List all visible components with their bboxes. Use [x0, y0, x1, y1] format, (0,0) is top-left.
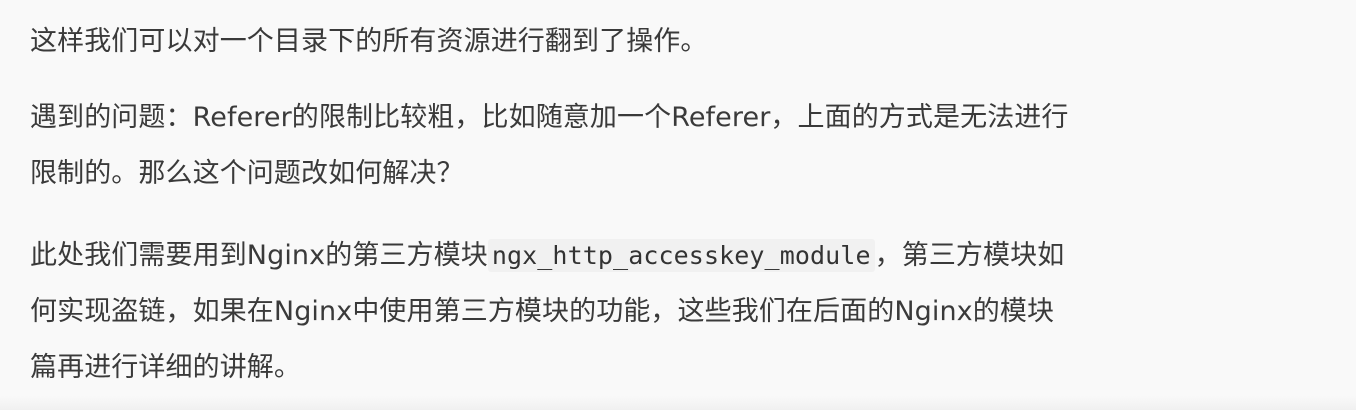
- paragraph-3: 此处我们需要用到Nginx的第三方模块 ngx_http_accesskey_mo…: [30, 228, 1064, 396]
- paragraph-1-line-1: 这样我们可以对一个目录下的所有资源进行翻到了操作。: [30, 26, 708, 57]
- paragraph-3-text-suffix: ，第三方模块如: [874, 240, 1065, 271]
- paragraph-2-line-1: 遇到的问题：Referer的限制比较粗，比如随意加一个Referer，上面的方式…: [30, 102, 1069, 133]
- paragraph-3-line-1: 此处我们需要用到Nginx的第三方模块 ngx_http_accesskey_mo…: [30, 228, 1064, 284]
- bottom-fade: [0, 396, 1356, 410]
- paragraph-2-line-2: 限制的。那么这个问题改如何解决？: [30, 158, 464, 189]
- paragraph-2: 遇到的问题：Referer的限制比较粗，比如随意加一个Referer，上面的方式…: [30, 90, 1069, 202]
- paragraph-3-line-2: 何实现盗链，如果在Nginx中使用第三方模块的功能，这些我们在后面的Nginx的…: [30, 296, 1055, 327]
- paragraph-1: 这样我们可以对一个目录下的所有资源进行翻到了操作。: [30, 14, 708, 70]
- paragraph-3-text-prefix: 此处我们需要用到Nginx的第三方模块: [30, 240, 488, 271]
- module-name-code: ngx_http_accesskey_module: [487, 239, 875, 272]
- paragraph-3-line-3: 篇再进行详细的讲解。: [30, 352, 301, 383]
- document-content: 这样我们可以对一个目录下的所有资源进行翻到了操作。 遇到的问题：Referer的…: [0, 0, 1356, 410]
